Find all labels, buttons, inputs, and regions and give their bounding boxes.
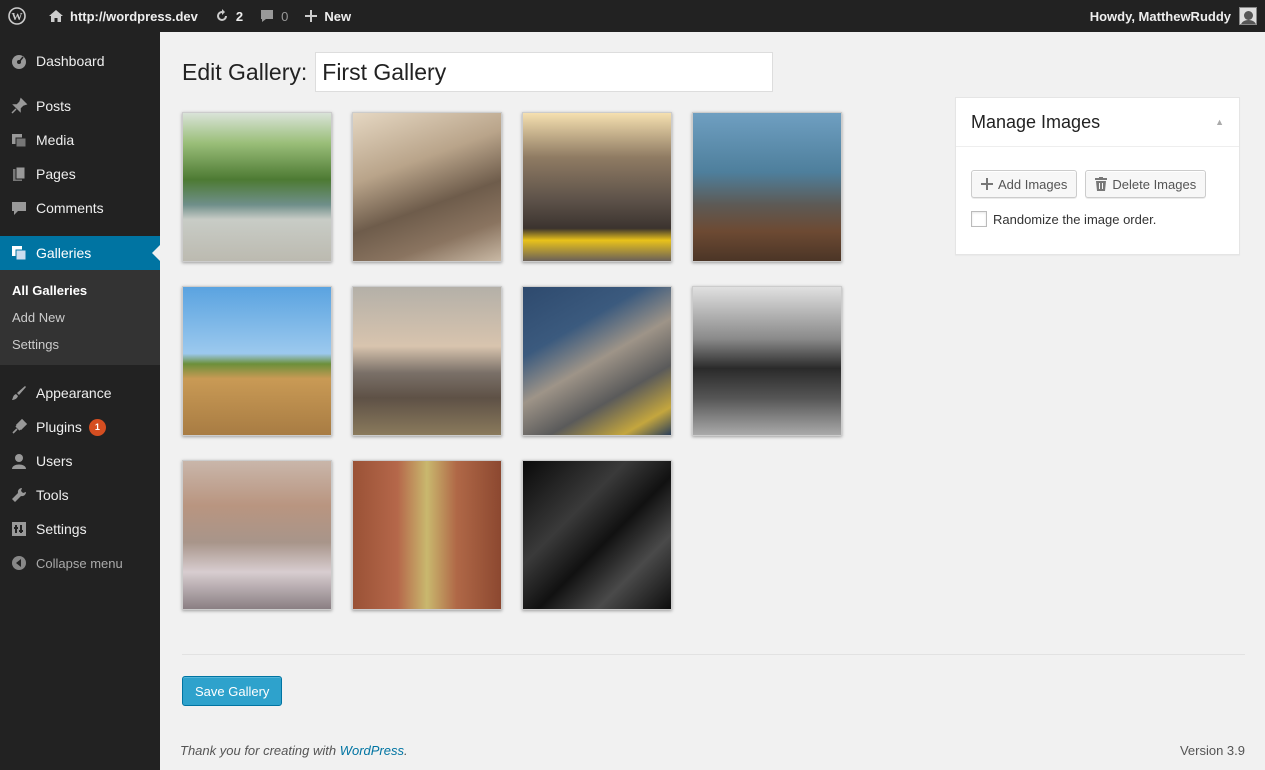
save-gallery-button[interactable]: Save Gallery: [182, 676, 283, 706]
gallery-thumbnail[interactable]: [352, 112, 502, 262]
galleries-submenu: All Galleries Add New Settings: [0, 270, 160, 365]
manage-images-body: Add Images Delete Images Randomize the i…: [956, 147, 1239, 227]
randomize-label: Randomize the image order.: [993, 211, 1157, 227]
menu-label: Appearance: [36, 385, 112, 401]
gallery-thumbnail[interactable]: [692, 112, 842, 262]
menu-label: Media: [36, 132, 75, 148]
avatar: [1239, 7, 1257, 25]
plugins-update-badge: 1: [88, 418, 106, 436]
menu-label: Plugins: [36, 419, 82, 435]
svg-text:W: W: [12, 11, 23, 23]
updates-count: 2: [235, 8, 244, 24]
wordpress-logo-icon: W: [8, 7, 26, 25]
gallery-thumbnail[interactable]: [352, 286, 502, 436]
comment-icon: [10, 199, 28, 217]
randomize-checkbox[interactable]: [971, 211, 987, 227]
trash-icon: [1095, 177, 1108, 191]
gallery-thumbnail[interactable]: [522, 286, 672, 436]
site-url: http://wordpress.dev: [70, 8, 198, 24]
comments-count: 0: [281, 8, 289, 24]
menu-label: Comments: [36, 200, 104, 216]
settings-icon: [10, 520, 28, 538]
gallery-thumbnail[interactable]: [522, 112, 672, 262]
menu-media[interactable]: Media: [0, 123, 160, 157]
gallery-title-input[interactable]: [315, 52, 774, 92]
comment-bubble-icon: [259, 8, 275, 24]
manage-images-box: Manage Images ▲ Add Images Delete Images…: [955, 97, 1240, 255]
greeting: Howdy, MatthewRuddy: [1089, 8, 1231, 24]
menu-plugins[interactable]: Plugins 1: [0, 410, 160, 444]
gallery-icon: [10, 244, 28, 262]
add-images-label: Add Images: [998, 176, 1068, 192]
menu-dashboard[interactable]: Dashboard: [0, 44, 160, 78]
home-icon: [48, 8, 64, 24]
main-content: Edit Gallery: Manage Images ▲ Add Images: [160, 32, 1265, 770]
divider: [182, 654, 1245, 655]
page-title: Edit Gallery:: [182, 58, 308, 85]
pin-icon: [10, 97, 28, 115]
submenu-all-galleries[interactable]: All Galleries: [0, 277, 160, 304]
footer-period: .: [404, 743, 408, 758]
title-row: Edit Gallery:: [182, 52, 774, 92]
wordpress-link[interactable]: WordPress: [340, 743, 404, 758]
gallery-thumbnail[interactable]: [182, 460, 332, 610]
dashboard-icon: [10, 52, 28, 70]
user-icon: [10, 452, 28, 470]
menu-pages[interactable]: Pages: [0, 157, 160, 191]
media-icon: [10, 131, 28, 149]
collapse-arrow-icon: [10, 554, 28, 572]
menu-settings[interactable]: Settings: [0, 512, 160, 546]
updates-link[interactable]: 2: [206, 0, 251, 32]
footer-thanks: Thank you for creating with WordPress.: [180, 743, 408, 758]
collapse-toggle-icon[interactable]: ▲: [1215, 117, 1224, 127]
manage-images-title: Manage Images: [971, 111, 1101, 132]
new-label: New: [324, 8, 352, 24]
randomize-option[interactable]: Randomize the image order.: [971, 211, 1224, 227]
brush-icon: [10, 384, 28, 402]
menu-label: Users: [36, 453, 73, 469]
admin-bar: W http://wordpress.dev 2 0 New Howdy, Ma…: [0, 0, 1265, 32]
pages-icon: [10, 165, 28, 183]
menu-label: Pages: [36, 166, 76, 182]
comments-link[interactable]: 0: [251, 0, 296, 32]
delete-images-button[interactable]: Delete Images: [1085, 170, 1207, 198]
menu-comments[interactable]: Comments: [0, 191, 160, 225]
gallery-thumbnail[interactable]: [352, 460, 502, 610]
plugin-icon: [10, 418, 28, 436]
menu-appearance[interactable]: Appearance: [0, 376, 160, 410]
account-menu[interactable]: Howdy, MatthewRuddy: [1090, 0, 1265, 32]
wordpress-logo-button[interactable]: W: [0, 0, 40, 32]
footer-thanks-text: Thank you for creating with: [180, 743, 337, 758]
admin-sidebar: Dashboard Posts Media Pages Comments Gal…: [0, 32, 160, 770]
menu-users[interactable]: Users: [0, 444, 160, 478]
manage-images-buttons: Add Images Delete Images: [971, 170, 1224, 198]
menu-tools[interactable]: Tools: [0, 478, 160, 512]
collapse-menu-button[interactable]: Collapse menu: [0, 546, 160, 580]
menu-label: Settings: [36, 521, 87, 537]
plus-icon: [304, 9, 318, 23]
gallery-thumbnail[interactable]: [692, 286, 842, 436]
add-images-button[interactable]: Add Images: [971, 170, 1078, 198]
menu-posts[interactable]: Posts: [0, 89, 160, 123]
submenu-settings[interactable]: Settings: [0, 331, 160, 358]
menu-label: Galleries: [36, 245, 92, 261]
gallery-thumbnail[interactable]: [182, 112, 332, 262]
site-link[interactable]: http://wordpress.dev: [40, 0, 206, 32]
gallery-thumbnail[interactable]: [182, 286, 332, 436]
footer-version: Version 3.9: [1179, 743, 1245, 758]
delete-images-label: Delete Images: [1112, 176, 1197, 192]
menu-label: Posts: [36, 98, 72, 114]
menu-galleries[interactable]: Galleries: [0, 236, 160, 270]
menu-label: Tools: [36, 487, 69, 503]
submenu-add-new[interactable]: Add New: [0, 304, 160, 331]
collapse-label: Collapse menu: [36, 555, 123, 571]
new-content-link[interactable]: New: [296, 0, 359, 32]
menu-label: Dashboard: [36, 53, 105, 69]
gallery-thumbnail[interactable]: [522, 460, 672, 610]
plus-icon: [981, 178, 993, 190]
updates-icon: [214, 8, 230, 24]
manage-images-header: Manage Images ▲: [956, 98, 1239, 147]
wrench-icon: [10, 486, 28, 504]
